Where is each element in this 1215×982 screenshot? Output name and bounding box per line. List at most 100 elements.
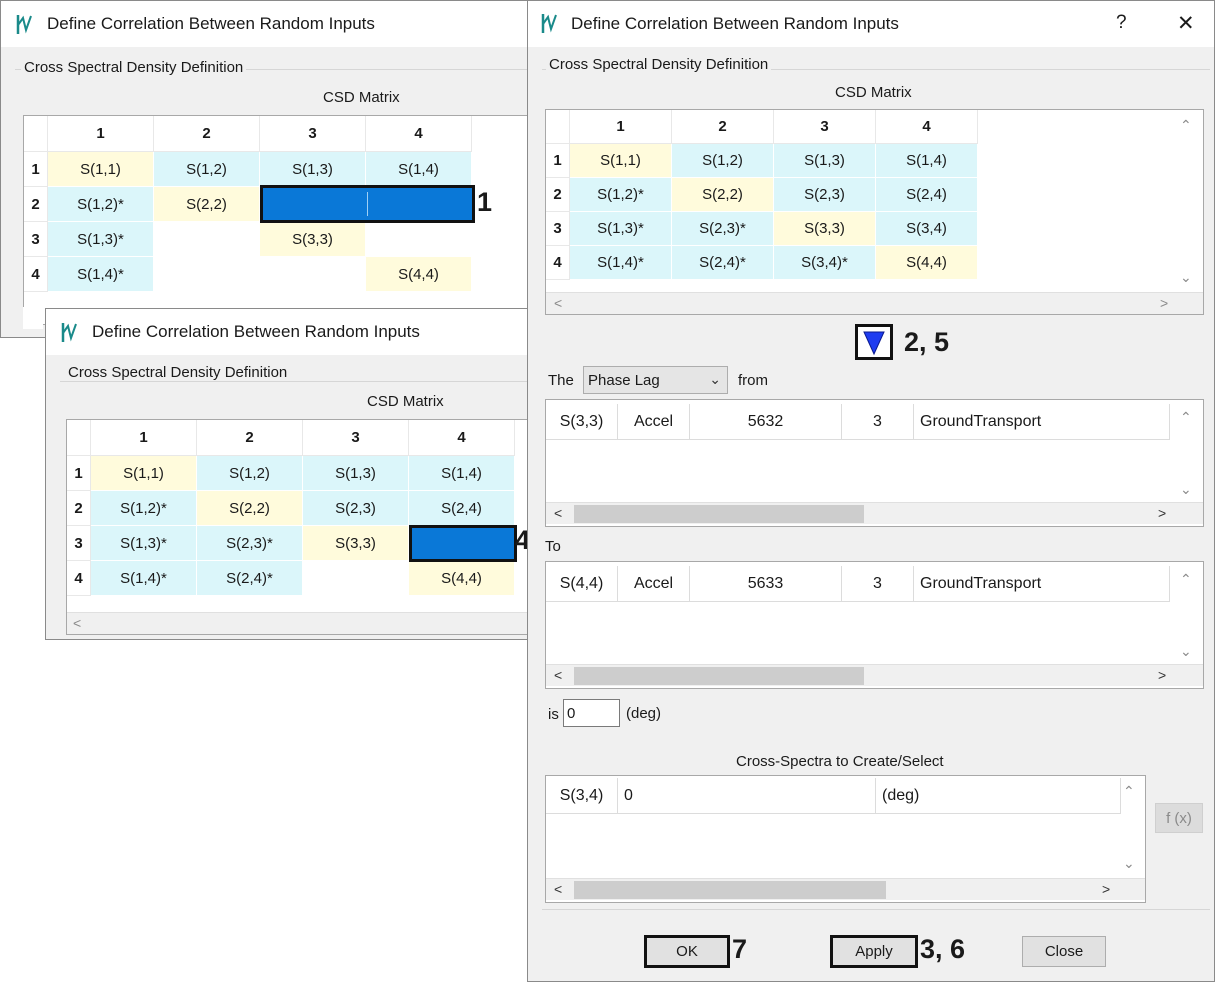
scroll-up-icon[interactable]: ⌃ xyxy=(1180,410,1192,424)
matrix-cell[interactable]: S(2,4) xyxy=(409,491,515,526)
matrix-cell[interactable]: S(2,4)* xyxy=(197,561,303,596)
matrix-cell[interactable]: S(3,3) xyxy=(303,526,409,561)
scroll-left-icon[interactable]: < xyxy=(554,882,562,896)
scroll-left-icon[interactable]: < xyxy=(554,296,562,310)
matrix-cell[interactable]: S(2,2) xyxy=(197,491,303,526)
matrix-cell[interactable]: S(2,2) xyxy=(154,187,260,222)
scroll-down-icon[interactable]: ⌄ xyxy=(1180,482,1192,496)
matrix-cell[interactable]: S(2,3)* xyxy=(672,212,774,246)
close-button[interactable]: Close xyxy=(1022,936,1106,967)
row-header[interactable]: 1 xyxy=(67,456,91,491)
scroll-up-icon[interactable]: ⌃ xyxy=(1123,784,1135,798)
matrix-cell[interactable]: S(1,2)* xyxy=(570,178,672,212)
matrix-cell[interactable]: S(2,4)* xyxy=(672,246,774,280)
matrix-cell[interactable]: S(2,2) xyxy=(672,178,774,212)
list-row[interactable]: S(3,3) Accel 5632 3 GroundTransport xyxy=(546,404,1176,440)
matrix-cell[interactable] xyxy=(154,257,260,292)
row-header[interactable]: 1 xyxy=(24,152,48,187)
move-down-button[interactable] xyxy=(855,324,893,360)
matrix-cell[interactable] xyxy=(154,222,260,257)
matrix-cell[interactable]: S(3,3) xyxy=(774,212,876,246)
matrix-cell[interactable]: S(1,2)* xyxy=(91,491,197,526)
matrix-cell[interactable]: S(1,1) xyxy=(570,144,672,178)
close-icon[interactable]: ✕ xyxy=(1177,11,1195,36)
horizontal-scrollbar[interactable]: < > xyxy=(546,664,1203,686)
row-header[interactable]: 3 xyxy=(24,222,48,257)
row-header[interactable]: 3 xyxy=(546,212,570,246)
matrix-cell[interactable]: S(1,4) xyxy=(409,456,515,491)
apply-button[interactable]: Apply xyxy=(830,935,918,968)
matrix-cell[interactable]: S(1,4) xyxy=(876,144,978,178)
column-header[interactable]: 1 xyxy=(91,420,197,456)
matrix-cell[interactable] xyxy=(303,561,409,596)
matrix-cell[interactable]: S(4,4) xyxy=(366,257,472,292)
matrix-cell[interactable]: S(1,3) xyxy=(260,152,366,187)
matrix-cell[interactable]: S(2,3)* xyxy=(197,526,303,561)
scroll-thumb[interactable] xyxy=(574,505,864,523)
horizontal-scrollbar[interactable]: < > xyxy=(546,878,1145,900)
row-header[interactable]: 3 xyxy=(67,526,91,561)
selected-cell-highlight[interactable] xyxy=(409,525,517,562)
function-button[interactable]: f (x) xyxy=(1155,803,1203,833)
row-header[interactable]: 2 xyxy=(24,187,48,222)
row-header[interactable]: 2 xyxy=(67,491,91,526)
scroll-right-icon[interactable]: > xyxy=(1158,506,1166,520)
column-header[interactable]: 2 xyxy=(154,116,260,152)
matrix-cell[interactable]: S(4,4) xyxy=(876,246,978,280)
matrix-cell[interactable] xyxy=(366,222,472,257)
matrix-cell[interactable]: S(1,4) xyxy=(366,152,472,187)
column-header[interactable]: 3 xyxy=(774,110,876,144)
column-header[interactable]: 2 xyxy=(197,420,303,456)
matrix-cell[interactable]: S(1,2) xyxy=(154,152,260,187)
column-header[interactable]: 4 xyxy=(409,420,515,456)
matrix-cell[interactable]: S(3,3) xyxy=(260,222,366,257)
scroll-thumb[interactable] xyxy=(574,667,864,685)
scroll-down-icon[interactable]: ⌄ xyxy=(1123,856,1135,870)
row-header[interactable]: 4 xyxy=(67,561,91,596)
matrix-cell[interactable]: S(3,4) xyxy=(876,212,978,246)
matrix-cell[interactable]: S(2,3) xyxy=(774,178,876,212)
column-header[interactable]: 1 xyxy=(48,116,154,152)
phase-value-input[interactable]: 0 xyxy=(563,699,620,727)
ok-button[interactable]: OK xyxy=(644,935,730,968)
scroll-right-icon[interactable]: > xyxy=(1160,296,1168,310)
matrix-cell[interactable]: S(4,4) xyxy=(409,561,515,596)
scroll-thumb[interactable] xyxy=(574,881,886,899)
matrix-cell[interactable]: S(1,3)* xyxy=(91,526,197,561)
scroll-right-icon[interactable]: > xyxy=(1102,882,1110,896)
row-header[interactable]: 2 xyxy=(546,178,570,212)
column-header[interactable]: 2 xyxy=(672,110,774,144)
matrix-cell[interactable]: S(1,1) xyxy=(91,456,197,491)
column-header[interactable]: 4 xyxy=(876,110,978,144)
matrix-cell[interactable]: S(1,3)* xyxy=(570,212,672,246)
correlation-type-select[interactable]: Phase Lag ⌄ xyxy=(583,366,728,394)
scroll-up-icon[interactable]: ⌃ xyxy=(1180,572,1192,586)
list-row[interactable]: S(4,4) Accel 5633 3 GroundTransport xyxy=(546,566,1176,602)
matrix-cell[interactable] xyxy=(260,257,366,292)
matrix-cell[interactable]: S(1,4)* xyxy=(48,257,154,292)
list-row[interactable]: S(3,4) 0 (deg) xyxy=(546,778,1121,814)
scroll-right-icon[interactable]: > xyxy=(1158,668,1166,682)
matrix-cell[interactable]: S(1,2) xyxy=(672,144,774,178)
scroll-left-icon[interactable]: < xyxy=(73,616,81,630)
horizontal-scrollbar[interactable]: < xyxy=(67,612,539,634)
horizontal-scrollbar[interactable]: < > xyxy=(546,502,1203,524)
column-header[interactable]: 3 xyxy=(303,420,409,456)
scroll-left-icon[interactable]: < xyxy=(554,506,562,520)
matrix-cell[interactable]: S(1,3) xyxy=(303,456,409,491)
matrix-cell[interactable]: S(1,1) xyxy=(48,152,154,187)
scroll-up-icon[interactable]: ⌃ xyxy=(1180,118,1192,132)
selected-cells-highlight[interactable] xyxy=(260,185,475,223)
matrix-cell[interactable]: S(3,4)* xyxy=(774,246,876,280)
scroll-left-icon[interactable]: < xyxy=(554,668,562,682)
matrix-cell[interactable]: S(1,2) xyxy=(197,456,303,491)
matrix-cell[interactable]: S(1,3)* xyxy=(48,222,154,257)
matrix-cell[interactable]: S(1,3) xyxy=(774,144,876,178)
horizontal-scrollbar[interactable]: < > xyxy=(546,292,1203,314)
matrix-cell[interactable]: S(2,4) xyxy=(876,178,978,212)
column-header[interactable]: 3 xyxy=(260,116,366,152)
help-button[interactable]: ? xyxy=(1116,12,1127,34)
scroll-down-icon[interactable]: ⌄ xyxy=(1180,644,1192,658)
matrix-cell[interactable]: S(1,2)* xyxy=(48,187,154,222)
row-header[interactable]: 4 xyxy=(546,246,570,280)
